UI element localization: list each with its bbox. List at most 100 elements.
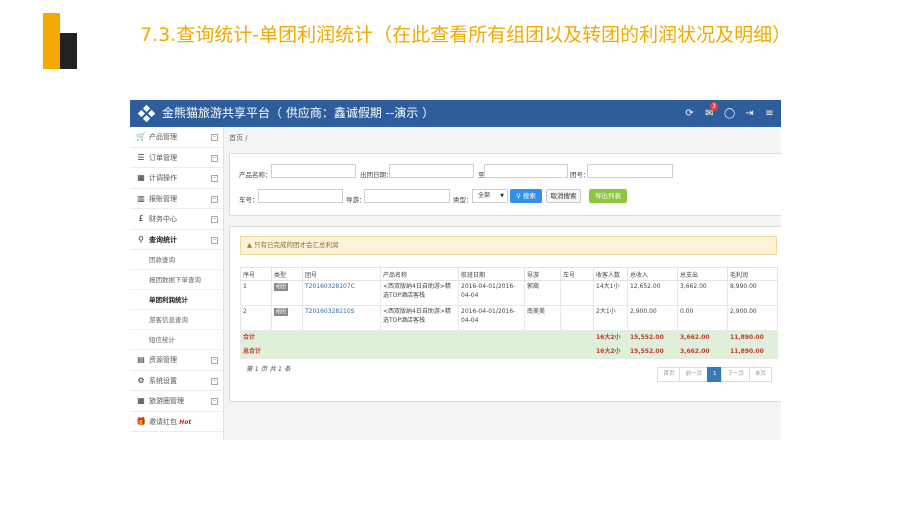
row-type: 组团 [271, 305, 303, 331]
menu-icon[interactable]: ≡ [764, 108, 775, 119]
guide-label: 导游： [346, 196, 366, 204]
prev-page-button[interactable]: 前一页 [679, 367, 708, 382]
sidebar-sub-order-query[interactable]: 报团数据下单查询 [130, 270, 223, 290]
row-expense: 0.00 [677, 305, 728, 331]
sidebar-sub-payment-query[interactable]: 团款查询 [130, 250, 223, 270]
current-page-button[interactable]: 1 [706, 367, 723, 382]
pagination-info: 第 1 页 共 1 条 [246, 365, 291, 373]
refresh-icon[interactable]: ⟳ [684, 108, 695, 119]
column-header: 类型 [271, 267, 303, 281]
logout-icon[interactable]: ⇥ [744, 108, 755, 119]
sidebar: 🛒 产品管理 − ☰ 订单管理 − ▦ 计调操作 − ▥ 报账管理 − £ 财务… [130, 127, 224, 440]
row-product: <西双版纳4日自助游>精选TOP酒店客栈 [380, 280, 459, 306]
sidebar-item-invite-bonus[interactable]: 🎁 邀请红包 Hot [130, 412, 223, 432]
product-name-label: 产品名称： [239, 171, 272, 179]
notification-badge: 3 [710, 102, 718, 111]
subtotal-expense: 3,662.00 [677, 330, 728, 345]
subtotal-row: 合计 16大2小 15,552.00 3,662.00 11,890.00 [240, 330, 778, 345]
calendar-icon: ▦ [137, 173, 145, 182]
sidebar-item-label: 计调操作 [149, 174, 177, 182]
export-list-button[interactable]: 导出列表 [589, 189, 627, 203]
row-pax: 14大1小 [593, 280, 628, 306]
brand-logo-icon [138, 105, 155, 122]
row-group-no-link[interactable]: T20160328107C [302, 280, 381, 306]
sidebar-item-label: 财务中心 [149, 215, 177, 223]
depart-date-end-input[interactable] [484, 164, 568, 178]
chat-icon[interactable]: ◯ [724, 108, 735, 119]
sidebar-sub-tourist-query[interactable]: 游客信息查询 [130, 310, 223, 330]
expand-icon: − [211, 216, 218, 223]
total-income: 15,552.00 [627, 344, 678, 359]
expand-icon: − [211, 154, 218, 162]
sidebar-item-settings[interactable]: ⚙ 系统设置 − [130, 371, 223, 391]
total-row: 总合计 16大2小 15,552.00 3,662.00 11,890.00 [240, 344, 778, 359]
sidebar-sub-profit-stats[interactable]: 单团利润统计 [130, 290, 223, 310]
plate-input[interactable] [258, 189, 343, 203]
search-icon: ⚲ [138, 234, 144, 244]
depart-date-start-input[interactable] [389, 164, 474, 178]
total-profit: 11,890.00 [727, 344, 778, 359]
breadcrumb[interactable]: 首页 / [229, 133, 248, 143]
type-select[interactable]: 全部 ▼ [472, 189, 508, 203]
sidebar-item-label: 旅游圈管理 [149, 397, 184, 405]
row-profit: 8,990.00 [727, 280, 778, 306]
search-button-label: 搜索 [522, 192, 536, 200]
sidebar-item-statistics[interactable]: ⚲ 查询统计 − [130, 230, 223, 250]
pagination: 首页 前一页 1 下一页 末页 [657, 367, 772, 382]
sidebar-item-travel-circle[interactable]: ▦ 旅游圈管理 − [130, 391, 223, 412]
sidebar-item-accounts[interactable]: ▥ 报账管理 − [130, 189, 223, 209]
mail-icon[interactable]: ✉ 3 [704, 102, 718, 119]
row-pax: 2大1小 [593, 305, 628, 331]
column-header: 毛利润 [727, 267, 778, 281]
column-header: 序号 [240, 267, 272, 281]
row-plate [560, 280, 594, 306]
cancel-search-button[interactable]: 取消搜索 [546, 189, 581, 203]
table-row: 2 组团 T20160328210S <西双版纳4日自助游>精选TOP酒店客栈 … [240, 305, 778, 331]
pound-icon: £ [138, 214, 144, 223]
first-page-button[interactable]: 首页 [657, 367, 681, 382]
last-page-button[interactable]: 末页 [748, 367, 772, 382]
sidebar-item-label: 查询统计 [149, 235, 177, 244]
column-header: 产品名称 [380, 267, 459, 281]
result-panel: ▲ 只有已完成的团才会汇总利润 序号 类型 团号 产品名称 航班日期 导游 车号 … [229, 226, 781, 402]
sidebar-item-resources[interactable]: ▤ 资源管理 − [130, 350, 223, 371]
subtotal-profit: 11,890.00 [727, 330, 778, 345]
total-expense: 3,662.00 [677, 344, 728, 359]
type-tag: 组团 [274, 283, 289, 291]
plate-label: 车号： [239, 196, 259, 204]
slide-title: 7.3.查询统计-单团利润统计（在此查看所有组团以及转团的利润状况及明细） [140, 24, 792, 46]
column-header: 总收入 [627, 267, 678, 281]
row-date: 2016-04-01/2016-04-04 [458, 305, 525, 331]
row-group-no-link[interactable]: T20160328210S [302, 305, 381, 331]
expand-icon: − [211, 377, 218, 385]
guide-input[interactable] [364, 189, 450, 203]
sidebar-item-products[interactable]: 🛒 产品管理 − [130, 127, 223, 148]
sidebar-item-label: 报账管理 [149, 194, 177, 203]
sidebar-item-finance[interactable]: £ 财务中心 − [130, 209, 223, 230]
info-alert: ▲ 只有已完成的团才会汇总利润 [240, 236, 777, 255]
expand-icon: − [211, 175, 218, 182]
row-product: <西双版纳4日自助游>精选TOP酒店客栈 [380, 305, 459, 331]
search-button[interactable]: ⚲ 搜索 [510, 189, 542, 203]
sidebar-item-orders[interactable]: ☰ 订单管理 − [130, 148, 223, 168]
expand-icon: − [211, 357, 218, 364]
chart-icon: ▥ [137, 193, 145, 203]
expand-icon: − [211, 398, 218, 405]
type-select-value: 全部 [478, 192, 491, 199]
column-header: 团号 [302, 267, 381, 281]
slide-logo-bar-dark [60, 33, 77, 69]
row-expense: 3,662.00 [677, 280, 728, 306]
sidebar-item-operations[interactable]: ▦ 计调操作 − [130, 168, 223, 189]
row-plate [560, 305, 594, 331]
sidebar-item-label: 资源管理 [149, 356, 177, 364]
hot-badge: Hot [179, 418, 192, 426]
depart-date-label: 出团日期： [360, 171, 393, 179]
group-no-input[interactable] [587, 164, 673, 178]
total-pax: 16大2小 [593, 344, 628, 359]
sidebar-item-label: 系统设置 [149, 376, 177, 385]
next-page-button[interactable]: 下一页 [721, 367, 750, 382]
row-index: 2 [240, 305, 272, 331]
product-name-input[interactable] [271, 164, 356, 178]
sidebar-sub-sms-stats[interactable]: 短信统计 [130, 330, 223, 350]
sidebar-item-label: 订单管理 [149, 153, 177, 162]
